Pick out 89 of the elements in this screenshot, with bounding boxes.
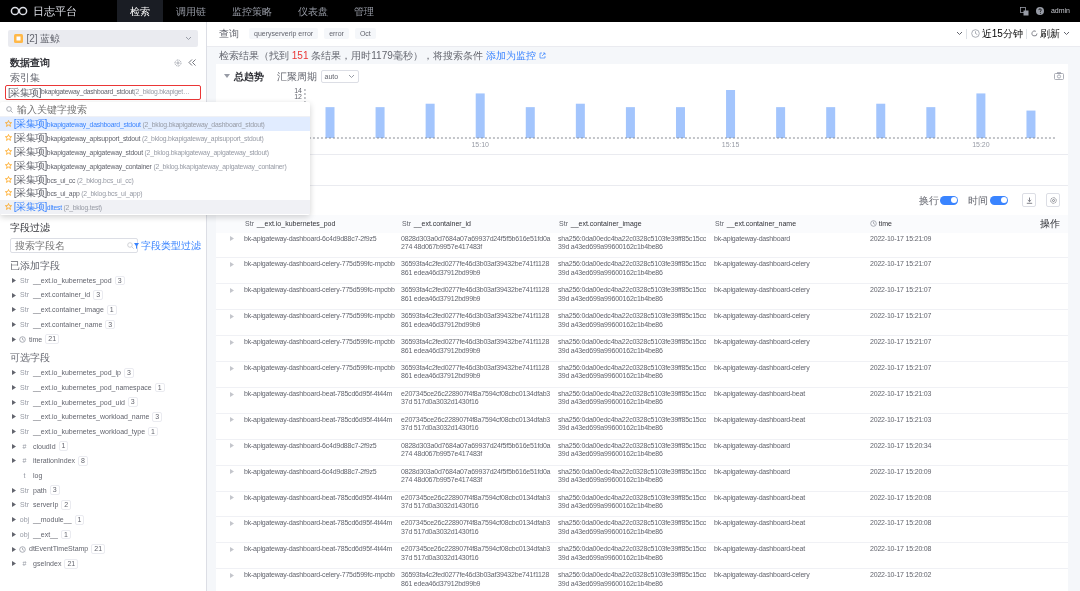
- chart-bar: [926, 106, 936, 138]
- expand-icon[interactable]: [12, 336, 16, 342]
- collapse-icon[interactable]: [188, 59, 196, 66]
- chevron-icon[interactable]: [955, 31, 963, 37]
- clock-icon: [970, 29, 980, 39]
- chart-bar: [976, 93, 986, 138]
- column-header[interactable]: 操作: [1040, 217, 1060, 231]
- type-filter-link[interactable]: 字段类型过滤: [140, 239, 201, 252]
- nav-tab[interactable]: 监控策略: [219, 0, 285, 22]
- chart-bar: [776, 106, 786, 138]
- external-link-icon[interactable]: [538, 51, 546, 59]
- chevron-icon[interactable]: [347, 73, 355, 79]
- logo-icon: [10, 6, 28, 16]
- field-search[interactable]: 搜索字段名: [10, 238, 138, 253]
- section-title: 字段过滤: [10, 221, 51, 234]
- nav-tab[interactable]: 仪表盘: [285, 0, 341, 22]
- translate-icon[interactable]: [1019, 6, 1029, 16]
- business-icon: [14, 34, 23, 43]
- settings-button[interactable]: [1046, 193, 1060, 208]
- star-icon[interactable]: [5, 120, 12, 128]
- expand-icon[interactable]: [12, 370, 16, 376]
- chart-bar: [826, 106, 836, 138]
- settings-icon[interactable]: [174, 58, 182, 67]
- expand-icon[interactable]: [12, 399, 16, 405]
- expand-icon[interactable]: [12, 321, 16, 327]
- help-icon[interactable]: [1035, 7, 1044, 15]
- field-label: 索引集: [10, 71, 41, 84]
- chart-bar: [876, 103, 886, 138]
- chart-bar: [1026, 110, 1036, 138]
- star-icon[interactable]: [5, 148, 12, 155]
- chart-bar: [425, 103, 435, 138]
- result-summary: 检索结果（找到 151 条结果，用时1179毫秒），将搜索条件 添加为监控: [219, 48, 536, 62]
- star-icon[interactable]: [5, 175, 12, 183]
- refresh-icon: [1030, 30, 1038, 38]
- toggle-label: 换行: [918, 193, 939, 207]
- expand-icon[interactable]: [12, 458, 16, 464]
- clock-icon: [19, 335, 26, 343]
- settings-icon[interactable]: [1049, 196, 1057, 204]
- search-icon: [6, 105, 13, 113]
- star-icon[interactable]: [5, 134, 12, 142]
- chart-title: 总趋势: [233, 69, 264, 83]
- chart-bar: [475, 93, 485, 138]
- time-range-picker[interactable]: 近15分钟: [970, 27, 1023, 41]
- chart-bar: [676, 106, 685, 138]
- clock-icon: [19, 545, 26, 553]
- chevron-icon[interactable]: [1063, 31, 1070, 37]
- toggle-label: 时间: [968, 193, 989, 207]
- download-button[interactable]: [1022, 193, 1036, 208]
- refresh-button[interactable]: 刷新: [1030, 27, 1060, 41]
- app-title: 日志平台: [33, 3, 77, 19]
- interval-label: 汇聚周期: [277, 69, 317, 83]
- toggle-switch[interactable]: [940, 195, 959, 205]
- chart-bar: [575, 103, 585, 138]
- dropdown-search-field[interactable]: 输入关键字搜索: [16, 102, 217, 116]
- star-icon[interactable]: [5, 189, 12, 197]
- monitor-link[interactable]: 添加为监控: [485, 49, 536, 61]
- expand-icon[interactable]: [12, 546, 16, 552]
- toggle-switch[interactable]: [990, 195, 1008, 205]
- chart-bar: [375, 106, 385, 138]
- caret-icon[interactable]: [224, 74, 230, 79]
- download-icon[interactable]: [1025, 196, 1033, 204]
- expand-icon[interactable]: [12, 277, 16, 283]
- expand-icon[interactable]: [12, 292, 16, 298]
- expand-icon[interactable]: [12, 517, 16, 523]
- chart-bar: [525, 106, 535, 138]
- business-select[interactable]: [2] 蓝鲸: [8, 30, 198, 47]
- nav-tab[interactable]: 管理: [341, 0, 387, 22]
- expand-icon[interactable]: [12, 561, 16, 567]
- nav-tab[interactable]: 检索: [117, 0, 163, 22]
- chart-bar: [625, 106, 635, 138]
- group-title: 已添加字段: [10, 259, 61, 272]
- expand-icon[interactable]: [12, 502, 16, 508]
- panel-title: 数据查询: [10, 56, 50, 69]
- query-label: 查询: [219, 27, 239, 41]
- star-icon[interactable]: [5, 161, 12, 169]
- star-icon[interactable]: [5, 203, 12, 211]
- clock-icon: [870, 220, 877, 228]
- group-title: 可选字段: [10, 351, 51, 365]
- chart-bar: [325, 106, 335, 138]
- expand-icon[interactable]: [12, 414, 16, 420]
- expand-icon[interactable]: [12, 487, 16, 493]
- expand-icon[interactable]: [12, 429, 16, 435]
- chart-bar: [726, 89, 736, 138]
- expand-icon[interactable]: [12, 443, 16, 449]
- expand-icon[interactable]: [12, 531, 16, 537]
- camera-icon[interactable]: [1054, 72, 1064, 81]
- expand-icon[interactable]: [12, 384, 16, 390]
- expand-icon[interactable]: [12, 307, 16, 313]
- nav-tab[interactable]: 调用链: [163, 0, 219, 22]
